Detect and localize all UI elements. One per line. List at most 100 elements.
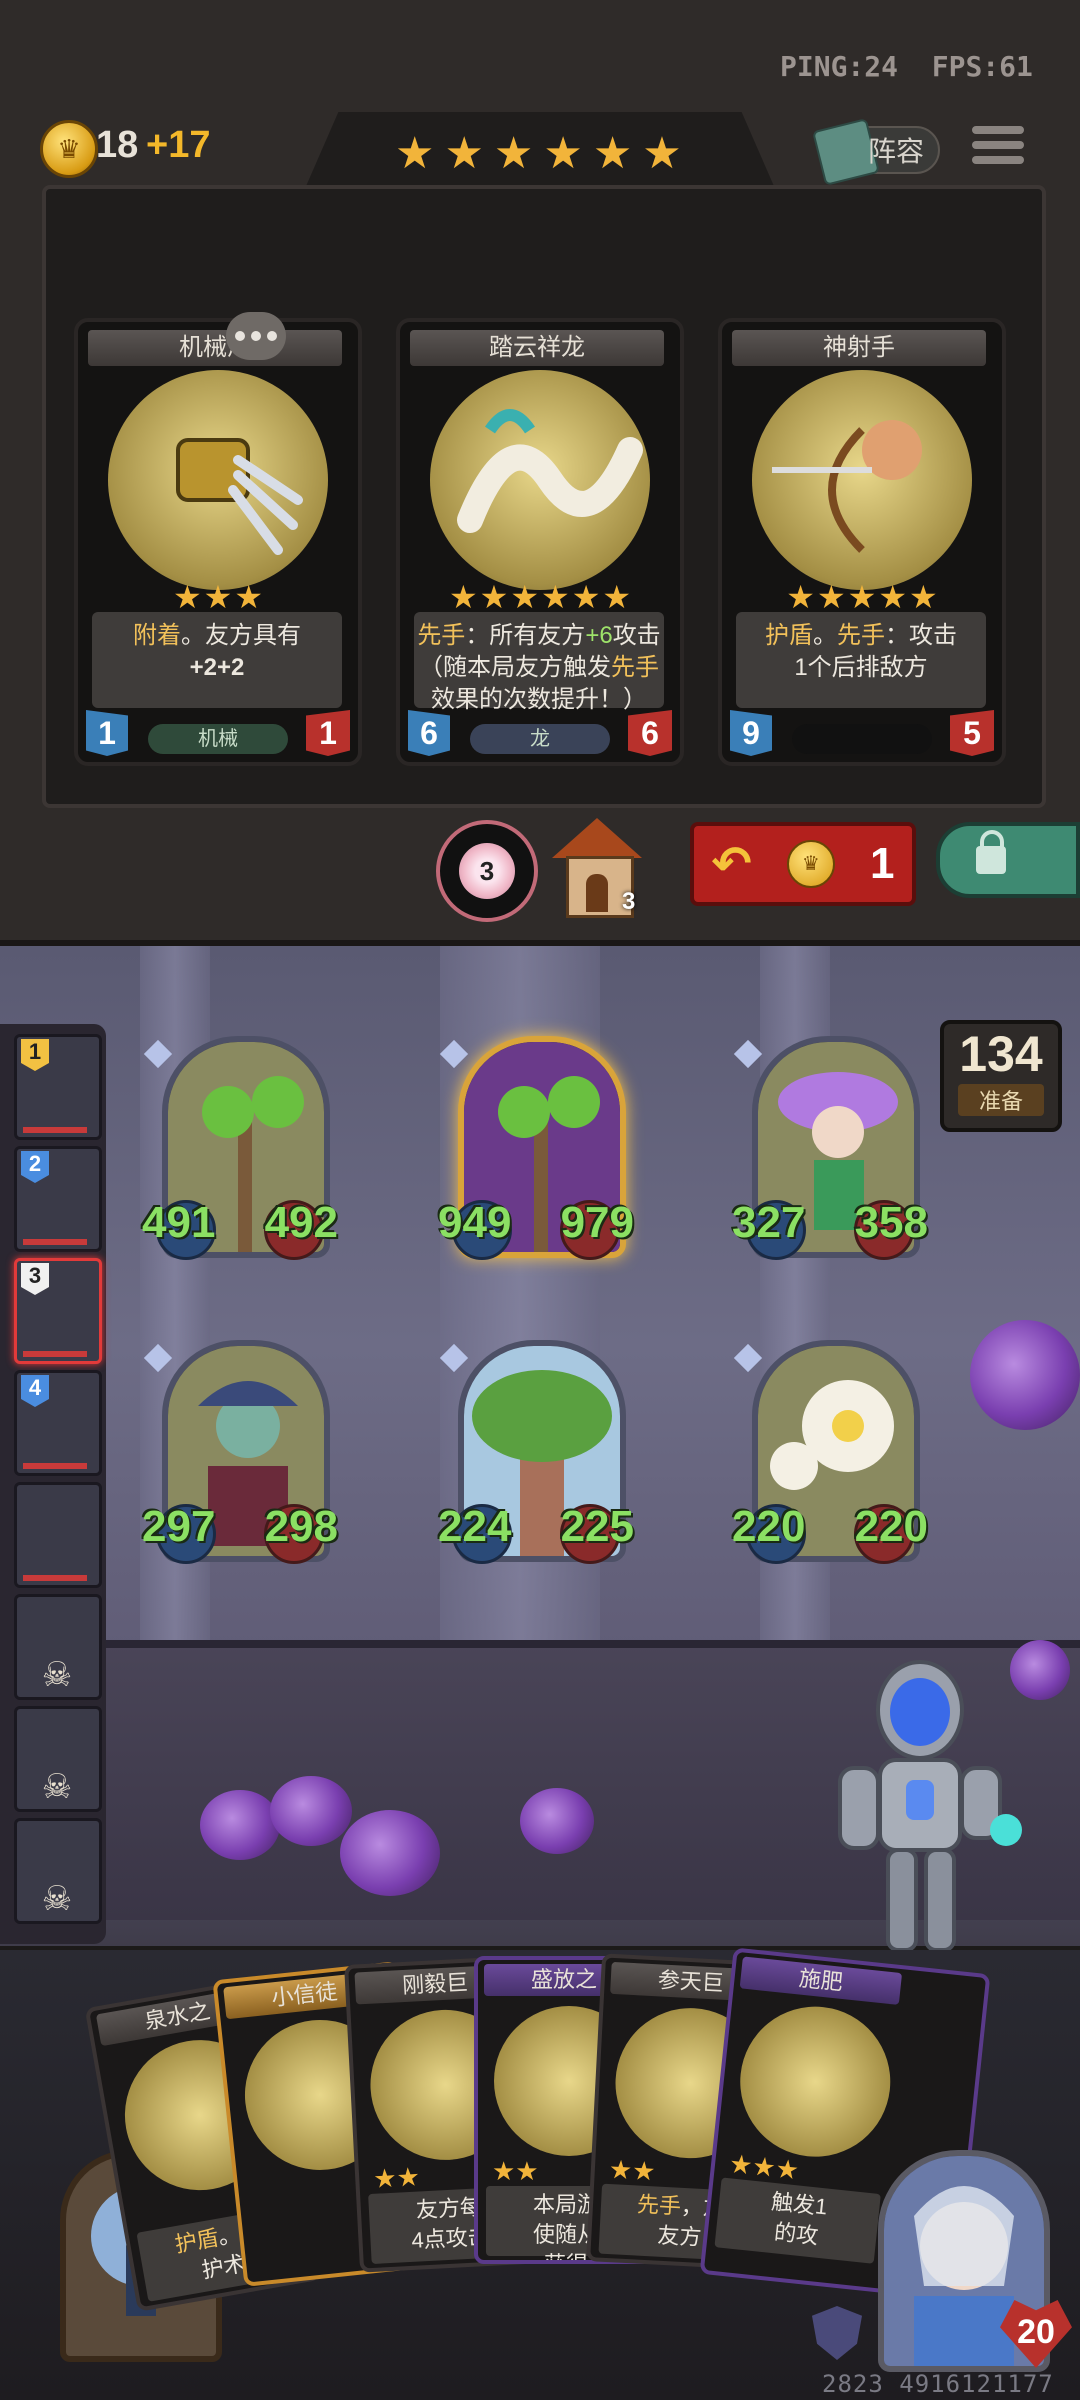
card-stars: ★★★★★ [722, 578, 1002, 616]
house-count: 3 [622, 888, 636, 915]
board-minion[interactable]: 297 298 [142, 1340, 338, 1570]
card-description: 触发1 的攻 [714, 2177, 881, 2264]
attack-stat: 1 [86, 710, 128, 756]
tier-star-icon: ★ [642, 129, 682, 178]
card-stars: ★★ [492, 2156, 539, 2186]
star-icon: ★ [786, 579, 815, 615]
rose-decoration [520, 1788, 594, 1854]
tribe-label: 机械 [148, 724, 288, 754]
tribe-label [792, 724, 932, 754]
star-icon: ★ [448, 579, 478, 615]
health-bar [23, 1127, 87, 1133]
roster-player[interactable]: ☠ [14, 1706, 102, 1812]
gold-amount: 18 [96, 124, 139, 166]
board-minion[interactable]: 327 358 [732, 1036, 928, 1266]
gold-coin-icon: ♛ [786, 840, 835, 888]
roster-player[interactable]: 1 [14, 1034, 102, 1140]
skull-icon: ☠ [41, 1880, 73, 1918]
roster-player[interactable]: 3 [14, 1258, 102, 1364]
minion-attack: 491 [142, 1198, 216, 1247]
minion-health: 220 [854, 1502, 928, 1551]
attack-stat: 9 [730, 710, 772, 756]
menu-button[interactable] [972, 126, 1024, 174]
star-icon: ★ [510, 579, 539, 615]
tribe-label: 龙 [470, 724, 610, 754]
health-bar [23, 1239, 87, 1245]
roster-player[interactable]: ☠ [14, 1818, 102, 1924]
minion-health: 492 [264, 1198, 338, 1247]
minion-attack: 224 [438, 1502, 512, 1551]
roster-player[interactable]: 2 [14, 1146, 102, 1252]
menu-bar-icon [972, 126, 1024, 134]
refresh-button[interactable]: ↶ ♛ 1 [690, 822, 916, 906]
minion-health: 358 [854, 1198, 928, 1247]
lineup-button[interactable]: 阵容 [812, 118, 940, 186]
card-stars: ★★★ [78, 578, 358, 616]
minion-health: 298 [264, 1502, 338, 1551]
card-art [430, 370, 650, 590]
ping-text: PING:24 [780, 50, 899, 83]
health-stat: 5 [950, 710, 994, 756]
shop-card[interactable]: 机械爪 ★★★ 附着。友方具有 +2+2 1 机械 1 [74, 318, 362, 766]
timer-label: 准备 [958, 1084, 1044, 1116]
lock-shop-button[interactable] [936, 822, 1080, 898]
star-icon: ★ [541, 579, 570, 615]
board-minion[interactable]: 949 979 [438, 1036, 634, 1266]
card-description: 先手：所有友方+6攻击 （随本局友方触发先手 效果的次数提升！） [414, 612, 664, 713]
minion-health: 225 [560, 1502, 634, 1551]
card-stars: ★★★★★★ [400, 578, 680, 616]
star-icon: ★ [234, 579, 264, 615]
star-icon: ★ [172, 579, 202, 615]
house-icon [552, 818, 642, 858]
network-status: PING:24 FPS:61 [780, 50, 1033, 83]
roster-player[interactable] [14, 1482, 102, 1588]
card-description: 护盾。先手：攻击 1个后排敌方 [736, 612, 986, 708]
card-name: 踏云祥龙 [410, 330, 664, 366]
rose-decoration [200, 1790, 280, 1860]
roster-player[interactable]: ☠ [14, 1594, 102, 1700]
unlock-icon [976, 830, 1006, 874]
roster-player[interactable]: 4 [14, 1370, 102, 1476]
chat-bubble-icon[interactable] [226, 312, 286, 360]
tier-star-icon: ★ [493, 129, 534, 178]
board-minion[interactable]: 220 220 [732, 1340, 928, 1570]
board-minion[interactable]: 224 225 [438, 1340, 634, 1570]
fps-text: FPS:61 [931, 50, 1033, 83]
lineup-label: 阵容 [867, 136, 924, 167]
health-bar [23, 1351, 87, 1357]
card-name: 施肥 [739, 1956, 903, 2005]
card-stars: ★★ [608, 2154, 657, 2187]
rank-badge: 3 [21, 1263, 49, 1295]
skull-icon: ☠ [41, 1768, 73, 1806]
menu-bar-icon [972, 141, 1024, 149]
tier-star-icon: ★ [395, 129, 435, 178]
skull-icon: ☠ [41, 1656, 73, 1694]
refresh-icon: ↶ [711, 838, 752, 891]
shop-card[interactable]: 踏云祥龙 ★★★★★★ 先手：所有友方+6攻击 （随本局友方触发先手 效果的次数提升… [396, 318, 684, 766]
shop-card[interactable]: 神射手 ★★★★★ 护盾。先手：攻击 1个后排敌方 9 5 [718, 318, 1006, 766]
tier-star-icon: ★ [444, 129, 484, 178]
star-icon: ★ [847, 579, 877, 615]
card-stars: ★★ [372, 2161, 421, 2194]
player-roster: 1 2 3 4 ☠ ☠ ☠ [0, 1024, 106, 1944]
tier-star-icon: ★ [543, 129, 583, 178]
star-icon: ★ [479, 579, 509, 615]
attack-stat: 6 [408, 710, 450, 756]
flower-icon: 3 [459, 843, 515, 899]
card-art [752, 370, 972, 590]
minion-attack: 297 [142, 1502, 216, 1551]
star-icon: ★ [203, 579, 233, 615]
rank-badge: 4 [21, 1375, 49, 1407]
gold-coin-icon: ♛ [40, 120, 98, 178]
house-button[interactable]: 3 [552, 818, 642, 918]
rose-decoration [340, 1810, 440, 1896]
robot-hero [810, 1650, 1030, 1970]
timer-value: 134 [959, 1026, 1043, 1082]
star-icon: ★ [878, 579, 908, 615]
refresh-cost: 1 [869, 839, 895, 888]
rose-decoration [970, 1320, 1080, 1430]
game-id: 2823 4916121177 [822, 2370, 1054, 2398]
star-icon: ★ [602, 579, 632, 615]
board-minion[interactable]: 491 492 [142, 1036, 338, 1266]
minion-attack: 949 [438, 1198, 512, 1247]
